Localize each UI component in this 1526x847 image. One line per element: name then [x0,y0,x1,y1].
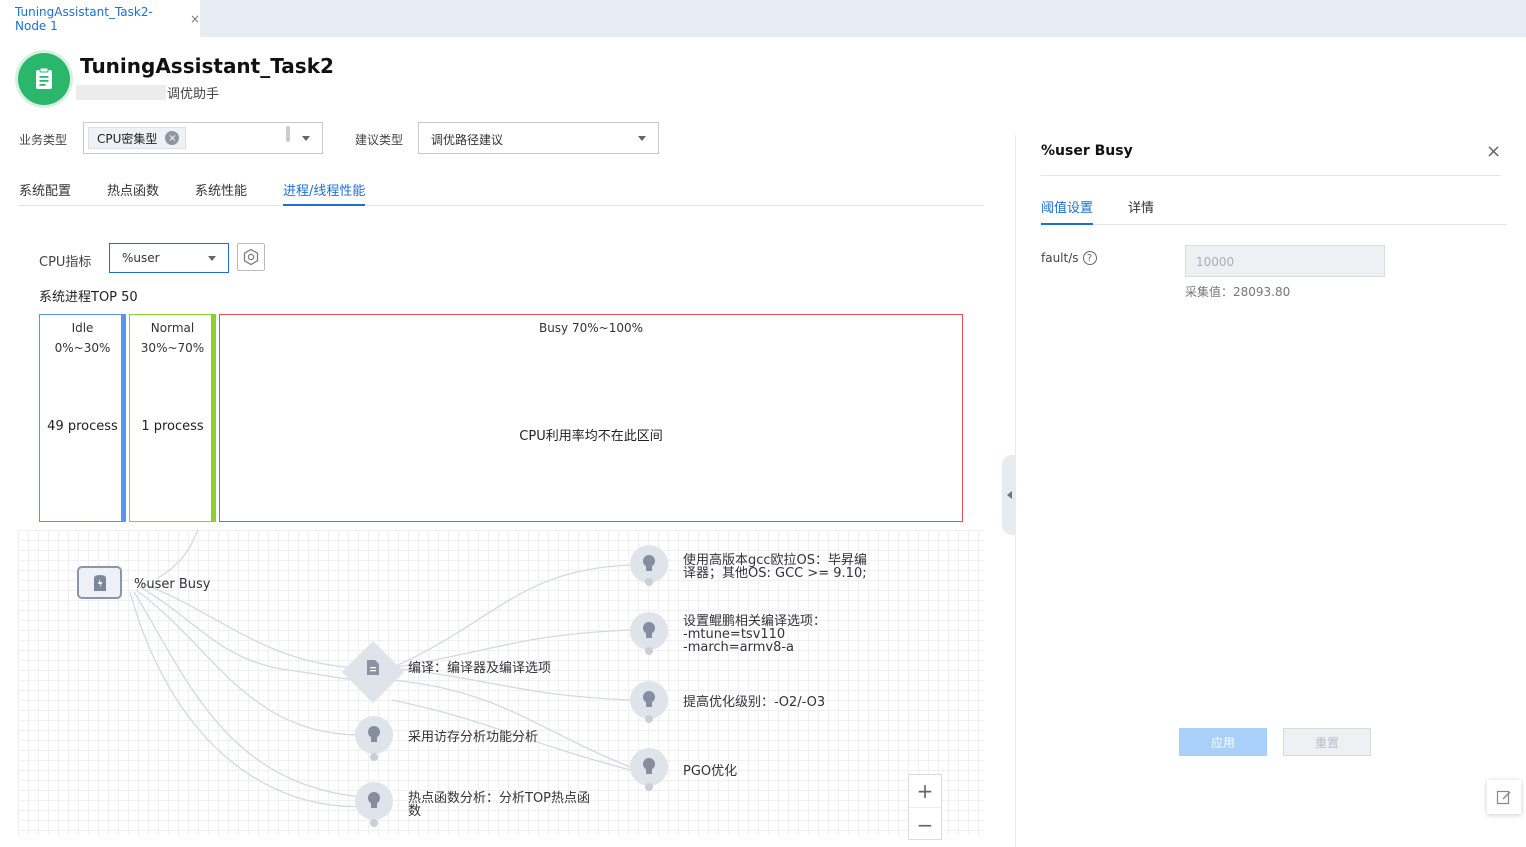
idle-process-count: 49 process [47,419,118,434]
zoom-controls: + − [908,774,942,840]
edit-note-icon [1496,790,1511,805]
zoom-in-button[interactable]: + [909,775,941,808]
task-clipboard-icon [18,53,70,105]
threshold-input[interactable]: 10000 [1185,245,1385,277]
section-title: 系统进程TOP 50 [39,290,138,305]
business-type-select[interactable]: CPU密集型 × [83,122,323,154]
page-title: TuningAssistant_Task2 [80,54,334,78]
node-port [645,578,653,586]
page-subtitle: 调优助手 [76,83,219,102]
busy-process-box[interactable]: Busy 70%~100% CPU利用率均不在此区间 [219,314,963,522]
kunpeng-options-label: 设置鲲鹏相关编译选项： -mtune=tsv110 -march=armv8-a [683,615,826,654]
tab-threshold-settings[interactable]: 阈值设置 [1041,197,1094,225]
business-type-label: 业务类型 [19,133,68,147]
feedback-button[interactable] [1487,780,1521,814]
normal-label: Normal [150,321,195,335]
node-port [645,715,653,723]
hotspot-analysis-node[interactable] [355,782,393,820]
redacted-text [76,85,166,100]
opt-level-node[interactable] [630,681,668,719]
busy-empty-message: CPU利用率均不在此区间 [519,429,663,444]
document-icon [367,660,379,675]
reset-button[interactable]: 重置 [1283,728,1371,756]
root-node-icon[interactable] [77,566,122,599]
tab-process-thread-performance[interactable]: 进程/线程性能 [283,180,366,206]
node-port [370,819,378,827]
apply-button[interactable]: 应用 [1179,728,1267,756]
panel-tabs: 阈值设置 详情 [1041,197,1507,225]
panel-divider [1041,175,1501,176]
gcc-version-label: 使用高版本gcc欧拉OS：毕昇编 译器；其他OS: GCC >= 9.10; [683,554,867,580]
zoom-out-button[interactable]: − [909,808,941,841]
opt-level-label: 提高优化级别：-O2/-O3 [683,695,826,710]
fault-field-label: fault/s ? [1041,251,1097,265]
lightbulb-icon [643,555,655,571]
node-port [645,647,653,655]
chip-label: CPU密集型 [97,131,158,146]
panel-title: %user Busy [1041,143,1133,159]
document-tab-label: TuningAssistant_Task2-Node 1 [15,4,153,33]
kunpeng-line-3: -march=armv8-a [683,640,795,655]
tab-hot-functions[interactable]: 热点函数 [107,180,159,206]
analysis-tabs: 系统配置 热点函数 系统性能 进程/线程性能 [18,178,984,206]
tab-system-config[interactable]: 系统配置 [19,180,71,206]
kunpeng-options-node[interactable] [630,612,668,650]
close-icon[interactable]: × [190,12,200,26]
cpu-metric-select[interactable]: %user [109,243,229,273]
chevron-down-icon [302,136,310,141]
hotspot-line-2: 数 [408,804,422,819]
advice-type-label: 建议类型 [355,133,404,147]
node-port [645,783,653,791]
cpu-metric-value: %user [122,251,160,265]
normal-range: 30%~70% [140,341,205,355]
tab-details[interactable]: 详情 [1128,197,1154,225]
hotspot-analysis-label: 热点函数分析：分析TOP热点函 数 [408,792,590,818]
advice-type-value: 调优路径建议 [431,133,504,147]
detail-panel: %user Busy × 阈值设置 详情 fault/s ? 10000 采集值… [1015,135,1526,847]
advice-type-select[interactable]: 调优路径建议 [418,122,659,154]
idle-label: Idle [71,321,94,335]
help-icon[interactable]: ? [1082,251,1097,265]
pgo-node[interactable] [630,748,668,786]
close-icon[interactable]: × [1486,141,1501,162]
tuning-path-graph[interactable]: %user Busy 编译：编译器及编译选项 采用访存分析功能分析 热点函数分析… [18,530,984,835]
panel-collapse-handle[interactable] [1002,455,1016,535]
memory-analysis-label: 采用访存分析功能分析 [408,730,539,745]
chevron-down-icon [208,256,216,261]
hotspot-line-1: 热点函数分析：分析TOP热点函 [408,791,591,806]
lightbulb-icon [643,758,655,774]
pgo-label: PGO优化 [683,764,738,779]
tab-system-performance[interactable]: 系统性能 [195,180,247,206]
lightbulb-icon [643,691,655,707]
collected-value: 采集值：28093.80 [1185,285,1291,299]
root-node-label: %user Busy [134,577,211,592]
gcc-line-2: 译器；其他OS: GCC >= 9.10; [683,566,867,581]
memory-analysis-node[interactable] [355,716,393,754]
document-tab[interactable]: TuningAssistant_Task2-Node 1 × [0,0,200,37]
normal-color-bar [211,314,216,522]
busy-label: Busy 70%~100% [538,321,644,335]
normal-process-box[interactable]: Normal 30%~70% 1 process [129,314,216,522]
lightbulb-icon [368,792,380,808]
document-tab-bar: TuningAssistant_Task2-Node 1 × [0,0,1526,37]
chevron-left-icon [1006,491,1012,499]
cpu-metric-label: CPU指标 [39,255,92,270]
subtitle-text: 调优助手 [167,87,220,102]
idle-range: 0%~30% [54,341,111,355]
lightbulb-icon [643,622,655,638]
idle-color-bar [121,314,126,522]
remove-chip-icon[interactable]: × [165,131,180,145]
metric-settings-button[interactable] [237,243,265,271]
compile-node-label: 编译：编译器及编译选项 [408,661,552,676]
normal-process-count: 1 process [141,419,204,434]
node-port [370,753,378,761]
scrollbar-thumb[interactable] [286,126,290,142]
lightbulb-icon [368,726,380,742]
fault-label-text: fault/s [1041,251,1079,265]
chevron-down-icon [638,136,646,141]
gear-icon [243,248,259,266]
idle-process-box[interactable]: Idle 0%~30% 49 process [39,314,126,522]
business-type-chip: CPU密集型 × [88,127,187,149]
